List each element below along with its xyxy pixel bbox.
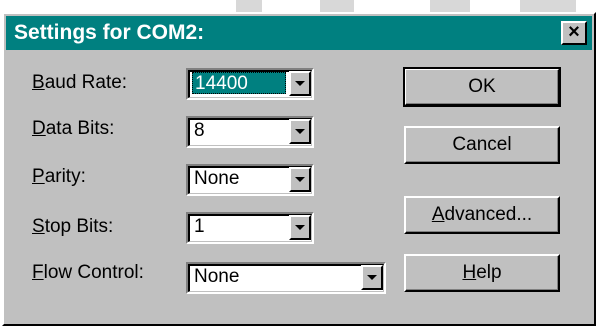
background-block: [236, 0, 262, 12]
chevron-down-icon[interactable]: [289, 167, 311, 192]
close-icon: ×: [568, 21, 580, 43]
stop-bits-select[interactable]: 1: [186, 212, 314, 244]
baud-rate-select[interactable]: 14400: [186, 68, 314, 100]
settings-dialog: Settings for COM2: × Baud Rate: 14400 Da…: [2, 12, 596, 326]
parity-select[interactable]: None: [186, 164, 314, 196]
stop-bits-label: Stop Bits:: [32, 216, 114, 237]
chevron-down-icon[interactable]: [289, 119, 311, 144]
parity-label: Parity:: [32, 166, 86, 187]
baud-rate-value: 14400: [192, 72, 286, 94]
flow-control-label: Flow Control:: [32, 262, 144, 283]
stop-bits-value: 1: [194, 216, 205, 237]
background-block: [430, 0, 470, 12]
flow-control-select[interactable]: None: [186, 262, 386, 294]
data-bits-label: Data Bits:: [32, 118, 115, 139]
parity-value: None: [194, 168, 240, 189]
background-block: [320, 0, 354, 12]
data-bits-value: 8: [194, 120, 205, 141]
help-button[interactable]: Help: [404, 254, 560, 292]
cancel-button[interactable]: Cancel: [404, 126, 560, 164]
advanced-button[interactable]: Advanced...: [404, 196, 560, 234]
data-bits-select[interactable]: 8: [186, 116, 314, 148]
ok-button[interactable]: OK: [403, 67, 561, 107]
flow-control-value: None: [194, 266, 240, 287]
baud-rate-label: Baud Rate:: [32, 72, 128, 93]
background: [0, 0, 600, 12]
background-block: [520, 0, 576, 12]
title-bar[interactable]: Settings for COM2: ×: [6, 16, 592, 50]
chevron-down-icon[interactable]: [289, 71, 311, 96]
close-button[interactable]: ×: [561, 21, 587, 45]
chevron-down-icon[interactable]: [289, 215, 311, 240]
chevron-down-icon[interactable]: [361, 265, 383, 290]
window-title: Settings for COM2:: [14, 21, 205, 44]
